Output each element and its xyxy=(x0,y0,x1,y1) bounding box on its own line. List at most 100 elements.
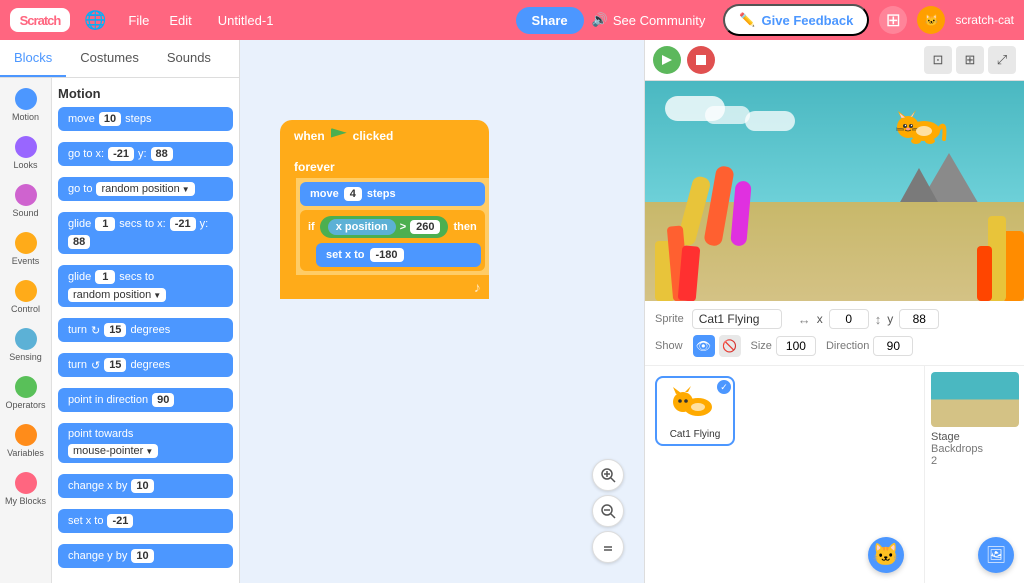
flag-icon xyxy=(331,128,347,144)
x-input[interactable] xyxy=(829,309,869,329)
zoom-out-button[interactable] xyxy=(592,495,624,527)
events-label: Events xyxy=(12,256,40,266)
cat-svg xyxy=(894,109,949,149)
right-panel: ⊡ ⊞ ⤢ xyxy=(644,40,1024,583)
sprite-info: Sprite ↔ x ↕ y Show 👁 🚫 Size xyxy=(645,301,1024,366)
show-visible-button[interactable]: 👁 xyxy=(693,335,715,357)
plant-right-3 xyxy=(977,246,992,301)
cat-looks[interactable]: Looks xyxy=(2,130,50,176)
sprite-grid: ✓ Cat1 Flying xyxy=(651,372,918,450)
size-input[interactable] xyxy=(776,336,816,356)
block-goto-random[interactable]: go to random position ▼ xyxy=(58,177,233,201)
cat-motion[interactable]: Motion xyxy=(2,82,50,128)
stage-panel-title: Stage xyxy=(931,431,1018,443)
sensing-label: Sensing xyxy=(9,352,42,362)
add-backdrop-button[interactable]: 🖼 xyxy=(978,537,1014,573)
block-change-x[interactable]: change x by 10 xyxy=(58,474,233,498)
cat-sensing[interactable]: Sensing xyxy=(2,322,50,368)
feedback-button[interactable]: ✏️ Give Feedback xyxy=(723,4,869,36)
sprite-label: Sprite xyxy=(655,313,684,325)
sprite-mini-svg xyxy=(665,382,725,427)
move-block[interactable]: move 4 steps xyxy=(300,182,485,206)
if-block[interactable]: if x position > 260 then xyxy=(300,210,485,271)
sprite-row-2: Show 👁 🚫 Size Direction xyxy=(655,335,1014,357)
add-sprite-button[interactable]: 🐱 xyxy=(868,537,904,573)
stage-header: ⊡ ⊞ ⤢ xyxy=(645,40,1024,81)
move-value: 4 xyxy=(344,187,362,201)
if-header: if x position > 260 then xyxy=(304,214,481,240)
cat-control[interactable]: Control xyxy=(2,274,50,320)
share-button[interactable]: Share xyxy=(516,7,584,34)
block-change-y[interactable]: change y by 10 xyxy=(58,544,233,568)
block-goto-xy[interactable]: go to x: -21 y: 88 xyxy=(58,142,233,166)
cat-events[interactable]: Events xyxy=(2,226,50,272)
block-point-towards[interactable]: point towards mouse-pointer ▼ xyxy=(58,423,233,463)
block-point-direction[interactable]: point in direction 90 xyxy=(58,388,233,412)
window-icon[interactable]: ⊞ xyxy=(879,6,907,34)
edit-menu[interactable]: Edit xyxy=(159,13,201,28)
stage-fullscreen-button[interactable]: ⤢ xyxy=(988,46,1016,74)
set-x-block[interactable]: set x to -180 xyxy=(316,243,481,267)
block-glide-random[interactable]: glide 1 secs to random position ▼ xyxy=(58,265,233,307)
y-label: y xyxy=(887,312,893,326)
tab-costumes[interactable]: Costumes xyxy=(66,40,153,77)
block-move[interactable]: move 10 steps xyxy=(58,107,233,131)
sprite-thumb-cat[interactable]: ✓ Cat1 Flying xyxy=(655,376,735,446)
project-title[interactable]: Untitled-1 xyxy=(218,13,508,28)
stop-button[interactable] xyxy=(687,46,715,74)
topbar: Scratch 🌐 File Edit Untitled-1 Share 🔊 S… xyxy=(0,0,1024,40)
block-turn-ccw[interactable]: turn ↺ 15 degrees xyxy=(58,353,233,377)
code-area[interactable]: when clicked forever move 4 xyxy=(240,40,644,583)
scratch-logo[interactable]: Scratch xyxy=(10,8,70,32)
cloud-3 xyxy=(745,111,795,131)
stage-small-button[interactable]: ⊡ xyxy=(924,46,952,74)
cat-operators[interactable]: Operators xyxy=(2,370,50,416)
blocks-panel: Motion Looks Sound Events Control xyxy=(0,78,239,583)
show-hidden-button[interactable]: 🚫 xyxy=(719,335,741,357)
file-menu[interactable]: File xyxy=(118,13,159,28)
avatar[interactable]: 🐱 xyxy=(917,6,945,34)
cat-add-icon: 🐱 xyxy=(872,542,899,568)
operators-label: Operators xyxy=(5,400,45,410)
variables-label: Variables xyxy=(7,448,44,458)
cat-variables[interactable]: Variables xyxy=(2,418,50,464)
sound-label: Sound xyxy=(12,208,38,218)
control-dot xyxy=(15,280,37,302)
myblocks-dot xyxy=(15,472,37,494)
music-note-icon: ♪ xyxy=(474,279,481,295)
globe-icon[interactable]: 🌐 xyxy=(84,10,106,31)
zoom-in-button[interactable] xyxy=(592,459,624,491)
direction-label: Direction xyxy=(826,340,869,352)
show-icons: 👁 🚫 xyxy=(693,335,741,357)
myblocks-label: My Blocks xyxy=(5,496,46,506)
green-flag-button[interactable] xyxy=(653,46,681,74)
events-dot xyxy=(15,232,37,254)
sprite-thumb-image xyxy=(665,382,725,427)
stage-thumb-image xyxy=(931,372,1019,427)
block-turn-cw[interactable]: turn ↻ 15 degrees xyxy=(58,318,233,342)
stage-normal-button[interactable]: ⊞ xyxy=(956,46,984,74)
control-label: Control xyxy=(11,304,40,314)
tab-sounds[interactable]: Sounds xyxy=(153,40,225,77)
zoom-reset-button[interactable] xyxy=(592,531,624,563)
direction-input[interactable] xyxy=(873,336,913,356)
sprite-name-input[interactable] xyxy=(692,309,782,329)
blocks-list: Motion move 10 steps go to x: -21 y: xyxy=(52,78,239,583)
block-glide-xy[interactable]: glide 1 secs to x: -21 y: 88 xyxy=(58,212,233,254)
tab-blocks[interactable]: Blocks xyxy=(0,40,66,77)
cat-sound[interactable]: Sound xyxy=(2,178,50,224)
coord-fields: ↔ x ↕ y xyxy=(798,309,940,329)
hat-block[interactable]: when clicked xyxy=(280,120,489,152)
community-link[interactable]: 🔊 See Community xyxy=(592,12,706,28)
backdrops-count: 2 xyxy=(931,455,1018,467)
cat-myblocks[interactable]: My Blocks xyxy=(2,466,50,512)
music-note-area: ♪ xyxy=(280,275,489,299)
username-label: scratch-cat xyxy=(955,13,1014,27)
block-set-x[interactable]: set x to -21 xyxy=(58,509,233,533)
sound-dot xyxy=(15,184,37,206)
y-input[interactable] xyxy=(899,309,939,329)
forever-block[interactable]: forever move 4 steps xyxy=(280,152,489,299)
forever-inner: move 4 steps if x position > xyxy=(296,178,489,275)
stage-thumbnail[interactable] xyxy=(931,372,1019,427)
motion-dot xyxy=(15,88,37,110)
